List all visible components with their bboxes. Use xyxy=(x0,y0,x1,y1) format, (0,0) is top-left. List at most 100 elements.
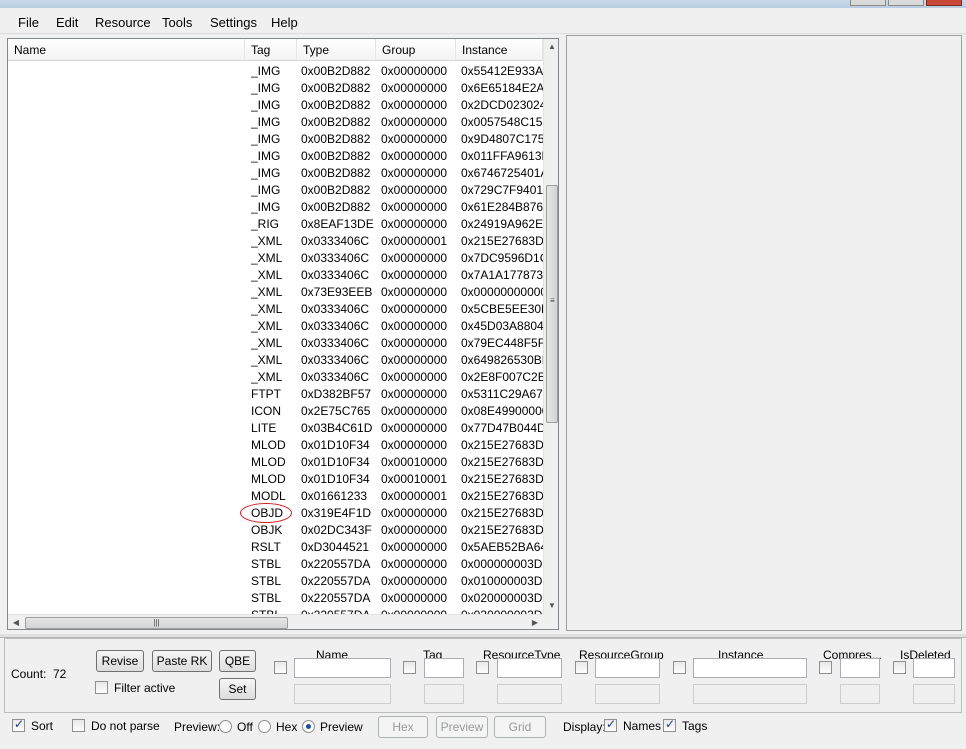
preview-button[interactable]: Preview xyxy=(436,716,488,738)
table-row[interactable]: _XML 0x0333406C 0x00000000 0x649826530BE xyxy=(8,351,543,368)
table-row[interactable]: STBL 0x220557DA 0x00000000 0x010000003D9 xyxy=(8,572,543,589)
filter-resourcegroup-checkbox[interactable] xyxy=(575,661,588,674)
table-row[interactable]: _XML 0x0333406C 0x00000000 0x5CBE5EE30EE xyxy=(8,300,543,317)
title-bar xyxy=(0,0,966,8)
maximize-button[interactable] xyxy=(888,0,924,6)
filter-name-checkbox[interactable] xyxy=(274,661,287,674)
cell-type: 0x0333406C xyxy=(301,319,370,333)
filter-resourcegroup-field[interactable] xyxy=(595,658,660,678)
cell-instance: 0x00000000000 xyxy=(461,285,543,299)
table-row[interactable]: RSLT 0xD3044521 0x00000000 0x5AEB52BA643 xyxy=(8,538,543,555)
table-row[interactable]: _XML 0x73E93EEB 0x00000000 0x00000000000 xyxy=(8,283,543,300)
filter-resourcetype-checkbox[interactable] xyxy=(476,661,489,674)
grid-button[interactable]: Grid xyxy=(494,716,546,738)
table-row[interactable]: ICON 0x2E75C765 0x00000000 0x08E49900000 xyxy=(8,402,543,419)
filter-active-checkbox[interactable] xyxy=(95,681,108,694)
table-row[interactable]: _XML 0x0333406C 0x00000000 0x45D03A88044 xyxy=(8,317,543,334)
display-label: Display: xyxy=(563,720,606,734)
filter-name-field[interactable] xyxy=(294,658,391,678)
table-row[interactable]: _RIG 0x8EAF13DE 0x00000000 0x24919A962EE xyxy=(8,215,543,232)
preview-hex-radio[interactable] xyxy=(258,720,271,733)
cell-group: 0x00000000 xyxy=(381,319,448,333)
table-row[interactable]: STBL 0x220557DA 0x00000000 0x020000003D9 xyxy=(8,589,543,606)
horizontal-scroll-thumb[interactable]: ||| xyxy=(25,617,288,629)
filter-instance-checkbox[interactable] xyxy=(673,661,686,674)
table-row[interactable]: _XML 0x0333406C 0x00000000 0x7DC9596D1CF xyxy=(8,249,543,266)
vertical-scroll-thumb[interactable]: ≡ xyxy=(546,185,558,423)
cell-group: 0x00000000 xyxy=(381,404,448,418)
column-header-name[interactable]: Name xyxy=(8,39,245,61)
horizontal-scrollbar[interactable]: ◀ ||| ▶ xyxy=(8,614,543,629)
menu-tools[interactable]: Tools xyxy=(162,15,192,30)
column-header-group[interactable]: Group xyxy=(376,39,456,61)
table-row[interactable]: _IMG 0x00B2D882 0x00000000 0x6E65184E2AE xyxy=(8,79,543,96)
display-names-checkbox[interactable] xyxy=(604,717,617,732)
cell-tag: _IMG xyxy=(251,149,281,163)
column-header-type[interactable]: Type xyxy=(297,39,376,61)
preview-preview-label: Preview xyxy=(320,720,363,734)
vertical-scrollbar[interactable]: ▲ ≡ ▼ xyxy=(543,39,558,614)
filter-resourcetype-field[interactable] xyxy=(497,658,562,678)
table-row[interactable]: _IMG 0x00B2D882 0x00000000 0x0057548C155 xyxy=(8,113,543,130)
cell-group: 0x00000000 xyxy=(381,438,448,452)
cell-tag: LITE xyxy=(251,421,277,435)
filter-compressed-checkbox[interactable] xyxy=(819,661,832,674)
minimize-button[interactable] xyxy=(850,0,886,6)
table-row[interactable]: _IMG 0x00B2D882 0x00000000 0x729C7F94019 xyxy=(8,181,543,198)
table-row[interactable]: _IMG 0x00B2D882 0x00000000 0x9D4807C175D xyxy=(8,130,543,147)
filter-isdeleted-checkbox[interactable] xyxy=(893,661,906,674)
do-not-parse-checkbox[interactable] xyxy=(72,719,85,732)
table-row[interactable]: STBL0x220557DA0x000000000x030000003D9 xyxy=(8,606,543,614)
table-row[interactable]: STBL 0x220557DA 0x00000000 0x000000003D9 xyxy=(8,555,543,572)
cell-group: 0x00000000 xyxy=(381,268,448,282)
table-row[interactable]: FTPT 0xD382BF57 0x00000000 0x5311C29A678 xyxy=(8,385,543,402)
table-row[interactable]: MLOD 0x01D10F34 0x00010001 0x215E27683D9 xyxy=(8,470,543,487)
display-tags-checkbox[interactable] xyxy=(663,717,676,732)
table-row[interactable]: MLOD 0x01D10F34 0x00010000 0x215E27683D9 xyxy=(8,453,543,470)
scroll-right-icon[interactable]: ▶ xyxy=(527,615,543,629)
menu-resource[interactable]: Resource xyxy=(95,15,151,30)
table-row[interactable]: _XML 0x0333406C 0x00000001 0x215E27683D9 xyxy=(8,232,543,249)
set-button[interactable]: Set xyxy=(219,678,256,700)
hex-button[interactable]: Hex xyxy=(378,716,428,738)
column-header-tag[interactable]: Tag xyxy=(245,39,297,61)
scroll-down-icon[interactable]: ▼ xyxy=(544,598,558,614)
filter-isdeleted-field[interactable] xyxy=(913,658,955,678)
preview-off-radio[interactable] xyxy=(219,720,232,733)
table-row[interactable]: _XML 0x0333406C 0x00000000 0x79EC448F5F8 xyxy=(8,334,543,351)
filter-tag-field[interactable] xyxy=(424,658,464,678)
menu-settings[interactable]: Settings xyxy=(210,15,257,30)
table-row[interactable]: MLOD 0x01D10F34 0x00000000 0x215E27683D9 xyxy=(8,436,543,453)
cell-tag: OBJK xyxy=(251,523,283,537)
resource-list[interactable]: Name Tag Type Group Instance _IMG 0x00B2D… xyxy=(7,38,559,630)
table-row[interactable]: _IMG 0x00B2D882 0x00000000 0x6746725401A xyxy=(8,164,543,181)
table-row[interactable]: _XML 0x0333406C 0x00000000 0x7A1A1778738 xyxy=(8,266,543,283)
table-row[interactable]: MODL 0x01661233 0x00000001 0x215E27683D9 xyxy=(8,487,543,504)
cell-instance: 0x08E49900000 xyxy=(461,404,543,418)
scroll-up-icon[interactable]: ▲ xyxy=(544,39,558,55)
table-row[interactable]: _IMG 0x00B2D882 0x00000000 0x011FFA9613E xyxy=(8,147,543,164)
menu-help[interactable]: Help xyxy=(271,15,298,30)
filter-tag-checkbox[interactable] xyxy=(403,661,416,674)
table-row[interactable]: _IMG 0x00B2D882 0x00000000 0x61E284B876E xyxy=(8,198,543,215)
table-row[interactable]: _IMG 0x00B2D882 0x00000000 0x2DCD0230243 xyxy=(8,96,543,113)
table-row[interactable]: LITE 0x03B4C61D 0x00000000 0x77D47B044DE xyxy=(8,419,543,436)
filter-compressed-field[interactable] xyxy=(840,658,880,678)
paste-rk-button[interactable]: Paste RK xyxy=(152,650,212,672)
menu-edit[interactable]: Edit xyxy=(56,15,78,30)
cell-instance: 0x55412E933A6 xyxy=(461,64,543,78)
cell-group: 0x00000000 xyxy=(381,421,448,435)
qbe-button[interactable]: QBE xyxy=(219,650,256,672)
table-row[interactable]: _IMG 0x00B2D882 0x00000000 0x55412E933A6 xyxy=(8,62,543,79)
table-row[interactable]: _XML 0x0333406C 0x00000000 0x2E8F007C2EB xyxy=(8,368,543,385)
revise-button[interactable]: Revise xyxy=(96,650,144,672)
sort-checkbox[interactable] xyxy=(12,717,25,732)
cell-group: 0x00000000 xyxy=(381,64,448,78)
table-row[interactable]: OBJK 0x02DC343F 0x00000000 0x215E27683D9 xyxy=(8,521,543,538)
menu-file[interactable]: File xyxy=(18,15,39,30)
filter-instance-field[interactable] xyxy=(693,658,807,678)
column-header-instance[interactable]: Instance xyxy=(456,39,543,61)
scroll-left-icon[interactable]: ◀ xyxy=(8,615,24,629)
close-button[interactable] xyxy=(926,0,962,6)
preview-preview-radio[interactable] xyxy=(302,720,315,733)
